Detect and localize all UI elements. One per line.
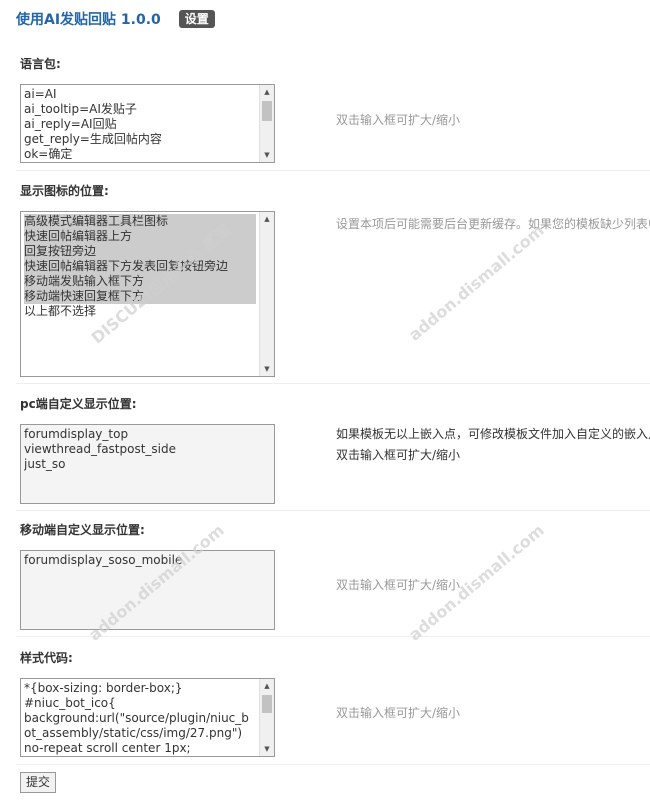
submit-button[interactable]: 提交 [20, 772, 57, 793]
text-line: *{box-sizing: border-box;} [24, 681, 183, 695]
divider [16, 636, 650, 637]
text-line: #niuc_bot_ico{ [24, 696, 116, 710]
language-pack-label: 语言包: [20, 57, 61, 71]
page-title: 使用AI发贴回贴 1.0.0 [16, 12, 161, 28]
scroll-down-icon[interactable]: ▼ [260, 148, 274, 162]
option-item[interactable]: 快速回帖编辑器下方发表回复按钮旁边 [24, 259, 256, 274]
pc-position-hint: 如果模板无以上嵌入点，可修改模板文件加入自定义的嵌入点 双击输入框可扩大/缩小 [336, 424, 650, 466]
hint-line: 双击输入框可扩大/缩小 [336, 448, 461, 462]
pc-position-textarea[interactable]: forumdisplay_top viewthread_fastpost_sid… [20, 424, 275, 504]
watermark: addon.dismall.com [405, 221, 548, 345]
text-line: ai=AI [24, 87, 57, 101]
scroll-down-icon[interactable]: ▼ [260, 362, 274, 376]
text-line: ai_reply=AI回贴 [24, 117, 117, 131]
divider [16, 170, 650, 171]
language-pack-hint: 双击输入框可扩大/缩小 [336, 113, 461, 127]
hint-line: 如果模板无以上嵌入点，可修改模板文件加入自定义的嵌入点 [336, 427, 650, 441]
page-header: 使用AI发贴回贴 1.0.0 设置 [16, 8, 215, 30]
divider [16, 510, 650, 511]
scroll-down-icon[interactable]: ▼ [260, 742, 274, 756]
scroll-up-icon[interactable]: ▲ [260, 85, 274, 99]
text-line: forumdisplay_top [24, 427, 129, 441]
text-line: just_so [24, 457, 66, 471]
text-line: forumdisplay_soso_mobile [24, 553, 183, 567]
text-line: ok=确定 [24, 147, 73, 161]
scroll-up-icon[interactable]: ▲ [260, 212, 274, 226]
text-line: no-repeat scroll center 1px; [24, 741, 191, 755]
style-code-label: 样式代码: [20, 651, 73, 665]
text-line: get_reply=生成回帖内容 [24, 132, 162, 146]
scrollbar[interactable]: ▲ ▼ [259, 679, 274, 756]
scroll-thumb[interactable] [262, 101, 272, 121]
icon-position-hint: 设置本项后可能需要后台更新缓存。如果您的模板缺少列表中 [336, 217, 650, 231]
text-line: background:url("source/plugin/niuc_b [24, 711, 249, 725]
text-line: ai_tooltip=AI发贴子 [24, 102, 137, 116]
scrollbar[interactable]: ▲ ▼ [259, 85, 274, 162]
mobile-position-hint: 双击输入框可扩大/缩小 [336, 578, 461, 592]
icon-position-label: 显示图标的位置: [20, 184, 109, 198]
text-line: ot_assembly/static/css/img/27.png") [24, 726, 243, 740]
pc-position-label: pc端自定义显示位置: [20, 397, 137, 411]
text-line: viewthread_fastpost_side [24, 442, 177, 456]
style-code-hint: 双击输入框可扩大/缩小 [336, 706, 461, 720]
settings-button[interactable]: 设置 [178, 10, 215, 28]
watermark-url: addon.dismall.com [405, 220, 548, 345]
style-code-textarea[interactable]: *{box-sizing: border-box;} #niuc_bot_ico… [20, 678, 275, 757]
mobile-position-label: 移动端自定义显示位置: [20, 523, 145, 537]
scroll-thumb[interactable] [262, 695, 272, 713]
scrollbar[interactable]: ▲ ▼ [259, 212, 274, 376]
language-pack-textarea[interactable]: ai=AI ai_tooltip=AI发贴子 ai_reply=AI回贴 get… [20, 84, 275, 163]
divider [16, 383, 650, 384]
scroll-up-icon[interactable]: ▲ [260, 679, 274, 693]
divider [16, 764, 650, 765]
